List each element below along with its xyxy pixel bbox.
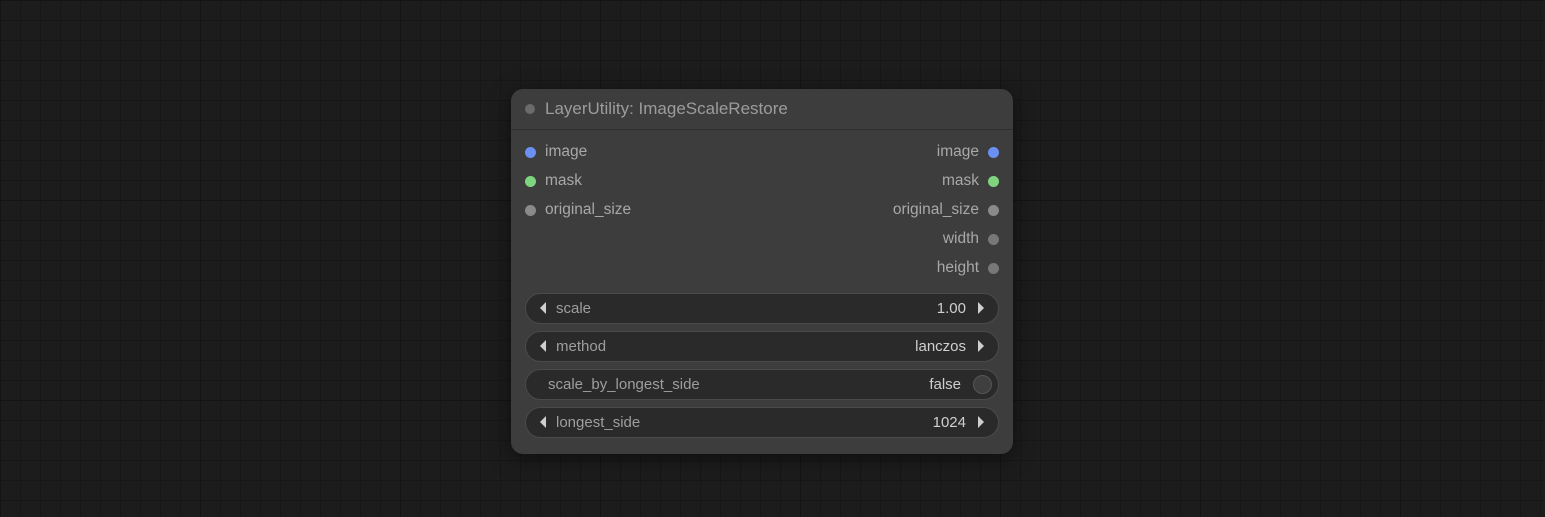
port-dot-icon[interactable] [988, 234, 999, 245]
port-dot-icon[interactable] [988, 147, 999, 158]
chevron-left-icon[interactable] [534, 413, 552, 431]
port-label: image [545, 142, 587, 163]
chevron-right-icon[interactable] [972, 413, 990, 431]
output-port-height[interactable]: height [937, 258, 999, 279]
widget-value: 1.00 [937, 300, 966, 317]
port-label: image [937, 142, 979, 163]
widget-value: false [929, 376, 961, 393]
port-dot-icon[interactable] [525, 176, 536, 187]
chevron-right-icon[interactable] [972, 337, 990, 355]
port-label: height [937, 258, 979, 279]
method-widget[interactable]: method lanczos [525, 331, 999, 362]
port-dot-icon[interactable] [988, 205, 999, 216]
port-label: mask [545, 171, 582, 192]
port-label: original_size [545, 200, 631, 221]
port-label: original_size [893, 200, 979, 221]
port-label: mask [942, 171, 979, 192]
scale-widget[interactable]: scale 1.00 [525, 293, 999, 324]
chevron-right-icon[interactable] [972, 299, 990, 317]
input-port-image[interactable]: image [525, 142, 631, 163]
node-header[interactable]: LayerUtility: ImageScaleRestore [511, 89, 1013, 130]
widget-value: lanczos [915, 338, 966, 355]
output-port-original-size[interactable]: original_size [893, 200, 999, 221]
widget-label: scale [556, 300, 591, 317]
node-collapse-dot-icon[interactable] [525, 104, 535, 114]
ports-area: image mask original_size image [525, 142, 999, 279]
longest-side-widget[interactable]: longest_side 1024 [525, 407, 999, 438]
outputs-column: image mask original_size width height [893, 142, 999, 279]
port-label: width [943, 229, 979, 250]
widget-value: 1024 [933, 414, 966, 431]
node-title: LayerUtility: ImageScaleRestore [545, 99, 788, 119]
port-dot-icon[interactable] [988, 263, 999, 274]
input-port-mask[interactable]: mask [525, 171, 631, 192]
widget-label: longest_side [556, 414, 640, 431]
port-dot-icon[interactable] [988, 176, 999, 187]
inputs-column: image mask original_size [525, 142, 631, 279]
widget-label: method [556, 338, 606, 355]
chevron-left-icon[interactable] [534, 299, 552, 317]
chevron-left-icon[interactable] [534, 337, 552, 355]
node-image-scale-restore[interactable]: LayerUtility: ImageScaleRestore image ma… [511, 89, 1013, 454]
toggle-knob-icon[interactable] [973, 375, 992, 394]
input-port-original-size[interactable]: original_size [525, 200, 631, 221]
scale-by-longest-side-toggle[interactable]: scale_by_longest_side false [525, 369, 999, 400]
port-dot-icon[interactable] [525, 147, 536, 158]
output-port-image[interactable]: image [937, 142, 999, 163]
output-port-width[interactable]: width [943, 229, 999, 250]
port-dot-icon[interactable] [525, 205, 536, 216]
node-body: image mask original_size image [511, 130, 1013, 454]
widget-label: scale_by_longest_side [548, 376, 700, 393]
output-port-mask[interactable]: mask [942, 171, 999, 192]
widgets-area: scale 1.00 method lanczos [525, 293, 999, 438]
